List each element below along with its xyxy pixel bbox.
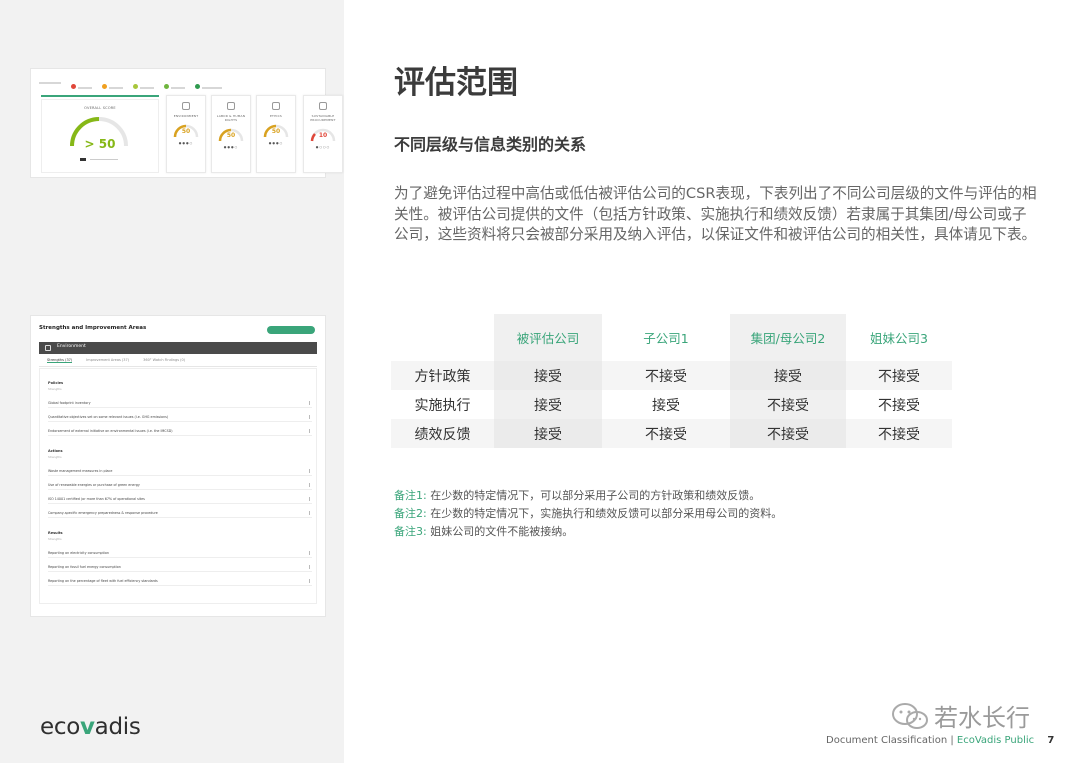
active-underline [41, 95, 159, 97]
strengths-header-label: Environment [57, 344, 86, 349]
tab-divider [39, 366, 317, 367]
theme-card-labor: LABOR & HUMAN RIGHTS 50 ●●●○ [211, 95, 251, 173]
score-marker-icon [80, 158, 118, 161]
wechat-icon [892, 702, 928, 729]
scorecard-screenshot: OVERALL SCORE > 50 ENVIRONMENT 50 ●●●○ L… [30, 68, 343, 178]
strengths-title: Strengths and Improvement Areas [39, 325, 147, 331]
page-number: 7 [1047, 735, 1055, 746]
section-sub: Strengths [48, 455, 62, 459]
table-cell: 接受 [494, 361, 602, 390]
intro-paragraph: 为了避免评估过程中高估或低估被评估公司的CSR表现，下表列出了不同公司层级的文件… [394, 185, 1037, 243]
list-item: Reporting on fossil fuel energy consumpt… [48, 563, 312, 572]
left-panel: OVERALL SCORE > 50 ENVIRONMENT 50 ●●●○ L… [0, 0, 344, 763]
theme-card-ethics: ETHICS 50 ●●●○ [256, 95, 296, 173]
list-item: ISO 14001 certified (or more than 67% of… [48, 495, 312, 504]
list-item: Waste management measures in place [48, 467, 312, 476]
section-sub: Strengths [48, 387, 62, 391]
table-cell: 接受 [494, 419, 602, 448]
strengths-list: Policies Strengths Global footprint inve… [39, 368, 317, 604]
list-item: Endorsement of external initiative on en… [48, 427, 312, 436]
strengths-tabs: Strengths (37) Improvement Areas (37) 36… [47, 358, 185, 363]
theme-card-procurement: SUSTAINABLE PROCUREMENT 10 ●○○○ [303, 95, 343, 173]
rating-stars: ●○○○ [315, 145, 331, 149]
section-label: Actions [48, 449, 63, 453]
list-item: Company-specific emergency preparedness … [48, 509, 312, 518]
column-header: 子公司1 [643, 331, 689, 346]
table-cell: 不接受 [730, 419, 846, 448]
tab-strengths: Strengths (37) [47, 358, 73, 363]
table-cell: 接受 [730, 361, 846, 390]
overall-score-label: OVERALL SCORE [84, 106, 116, 110]
section-label: Results [48, 531, 63, 535]
footer: Document Classification | EcoVadis Publi… [826, 735, 1055, 746]
table-cell: 接受 [602, 390, 730, 419]
page-subtitle: 不同层级与信息类别的关系 [394, 135, 587, 154]
section-label: Policies [48, 381, 64, 385]
relevance-table: 被评估公司 子公司1 集团/母公司2 姐妹公司3 方针政策 接受 不接受 接受 … [391, 314, 952, 448]
theme-card-environment: ENVIRONMENT 50 ●●●○ [166, 95, 206, 173]
note-2: 备注2: 在少数的特定情况下，实施执行和绩效反馈可以部分采用母公司的资料。 [394, 507, 783, 520]
note-1: 备注1: 在少数的特定情况下，可以部分采用子公司的方针政策和绩效反馈。 [394, 489, 761, 502]
ecovadis-logo: ecovadis [40, 714, 141, 740]
rating-stars: ●●●○ [178, 141, 194, 145]
table-row: 实施执行 接受 接受 不接受 不接受 [391, 390, 952, 419]
table-cell: 不接受 [602, 361, 730, 390]
table-row: 方针政策 接受 不接受 接受 不接受 [391, 361, 952, 390]
column-header: 姐妹公司3 [870, 331, 928, 346]
row-header: 方针政策 [391, 361, 494, 390]
strengths-header: Environment [39, 342, 317, 354]
rating-stars: ●●●○ [268, 141, 284, 145]
row-header: 绩效反馈 [391, 419, 494, 448]
table-cell: 接受 [494, 390, 602, 419]
watermark-text: 若水长行 [934, 704, 1030, 732]
strengths-action-button [267, 326, 315, 334]
table-cell: 不接受 [846, 361, 952, 390]
table-cell: 不接受 [730, 390, 846, 419]
list-item: Quantitative objectives set on some rele… [48, 413, 312, 422]
score-legend-bar [37, 79, 222, 89]
page-title: 评估范围 [394, 65, 518, 101]
column-header: 集团/母公司2 [730, 314, 846, 361]
table-row: 绩效反馈 接受 不接受 不接受 不接受 [391, 419, 952, 448]
list-item: Use of renewable energies or purchase of… [48, 481, 312, 490]
table-cell: 不接受 [846, 419, 952, 448]
leaf-icon [182, 102, 190, 110]
row-header: 实施执行 [391, 390, 494, 419]
environment-icon [45, 345, 51, 351]
table-cell: 不接受 [846, 390, 952, 419]
list-item: Global footprint inventory [48, 399, 312, 408]
link-icon [319, 102, 327, 110]
tab-watch: 360° Watch Findings (0) [143, 358, 186, 362]
scale-icon [272, 102, 280, 110]
note-3: 备注3: 姐妹公司的文件不能被接纳。 [394, 525, 574, 538]
section-sub: Strengths [48, 537, 62, 541]
list-item: Reporting on the percentage of fleet wit… [48, 577, 312, 586]
rating-stars: ●●●○ [223, 145, 239, 149]
overall-score-value: > 50 [84, 137, 116, 151]
table-cell: 不接受 [602, 419, 730, 448]
column-header: 被评估公司 [494, 314, 602, 361]
overall-score-card: OVERALL SCORE > 50 [41, 99, 159, 173]
notes: 备注1: 在少数的特定情况下，可以部分采用子公司的方针政策和绩效反馈。 备注2:… [394, 487, 782, 541]
watermark: 若水长行 [890, 698, 1030, 733]
list-item: Reporting on electricity consumption [48, 549, 312, 558]
strengths-screenshot: Strengths and Improvement Areas Environm… [30, 315, 326, 617]
table-corner [391, 314, 494, 361]
tab-improvement: Improvement Areas (37) [86, 358, 130, 362]
people-icon [227, 102, 235, 110]
